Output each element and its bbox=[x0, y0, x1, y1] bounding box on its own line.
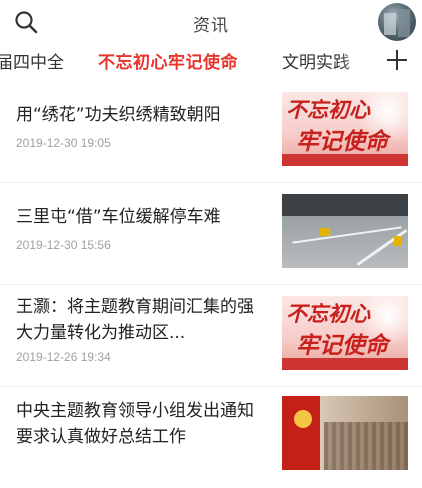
article-title: 三里屯“借”车位缓解停车难 bbox=[16, 207, 221, 227]
tab-fade bbox=[340, 44, 380, 80]
thumbnail-slogan-line2: 牢记使命 bbox=[296, 129, 388, 155]
thumbnail-slogan-line1: 不忘初心 bbox=[286, 98, 370, 122]
article-date: 2019-12-30 19:05 bbox=[16, 136, 111, 150]
avatar[interactable] bbox=[378, 3, 416, 41]
thumbnail-slogan-line1: 不忘初心 bbox=[286, 302, 370, 326]
article-item[interactable]: 用“绣花”功夫织绣精致朝阳 2019-12-30 19:05 不忘初心 牢记使命 bbox=[0, 80, 422, 183]
plus-icon[interactable] bbox=[386, 49, 408, 71]
article-title: 中央主题教育领导小组发出通知 要求认真做好总结工作 bbox=[16, 401, 254, 447]
article-thumbnail: 不忘初心 牢记使命 bbox=[282, 296, 408, 370]
article-title: 用“绣花”功夫织绣精致朝阳 bbox=[16, 105, 221, 125]
article-item[interactable]: 三里屯“借”车位缓解停车难 2019-12-30 15:56 bbox=[0, 182, 422, 285]
article-item[interactable]: 中央主题教育领导小组发出通知 要求认真做好总结工作 bbox=[0, 386, 422, 488]
article-item[interactable]: 王灏：将主题教育期间汇集的强大力量转化为推动区... 2019-12-26 19… bbox=[0, 284, 422, 387]
article-date: 2019-12-26 19:34 bbox=[16, 350, 111, 364]
tab-fourth-plenum[interactable]: 届四中全 bbox=[0, 48, 64, 73]
category-tabs: 届四中全 不忘初心牢记使命 文明实践 bbox=[0, 44, 422, 80]
thumbnail-slogan-line2: 牢记使命 bbox=[296, 333, 388, 359]
tab-original-aspiration[interactable]: 不忘初心牢记使命 bbox=[98, 48, 238, 73]
page-title: 资讯 bbox=[193, 16, 229, 36]
app-header: 资讯 bbox=[0, 0, 422, 44]
article-thumbnail: 不忘初心 牢记使命 bbox=[282, 92, 408, 166]
article-title: 王灏：将主题教育期间汇集的强大力量转化为推动区... bbox=[16, 297, 254, 343]
article-date: 2019-12-30 15:56 bbox=[16, 238, 111, 252]
article-thumbnail bbox=[282, 396, 408, 470]
article-thumbnail bbox=[282, 194, 408, 268]
